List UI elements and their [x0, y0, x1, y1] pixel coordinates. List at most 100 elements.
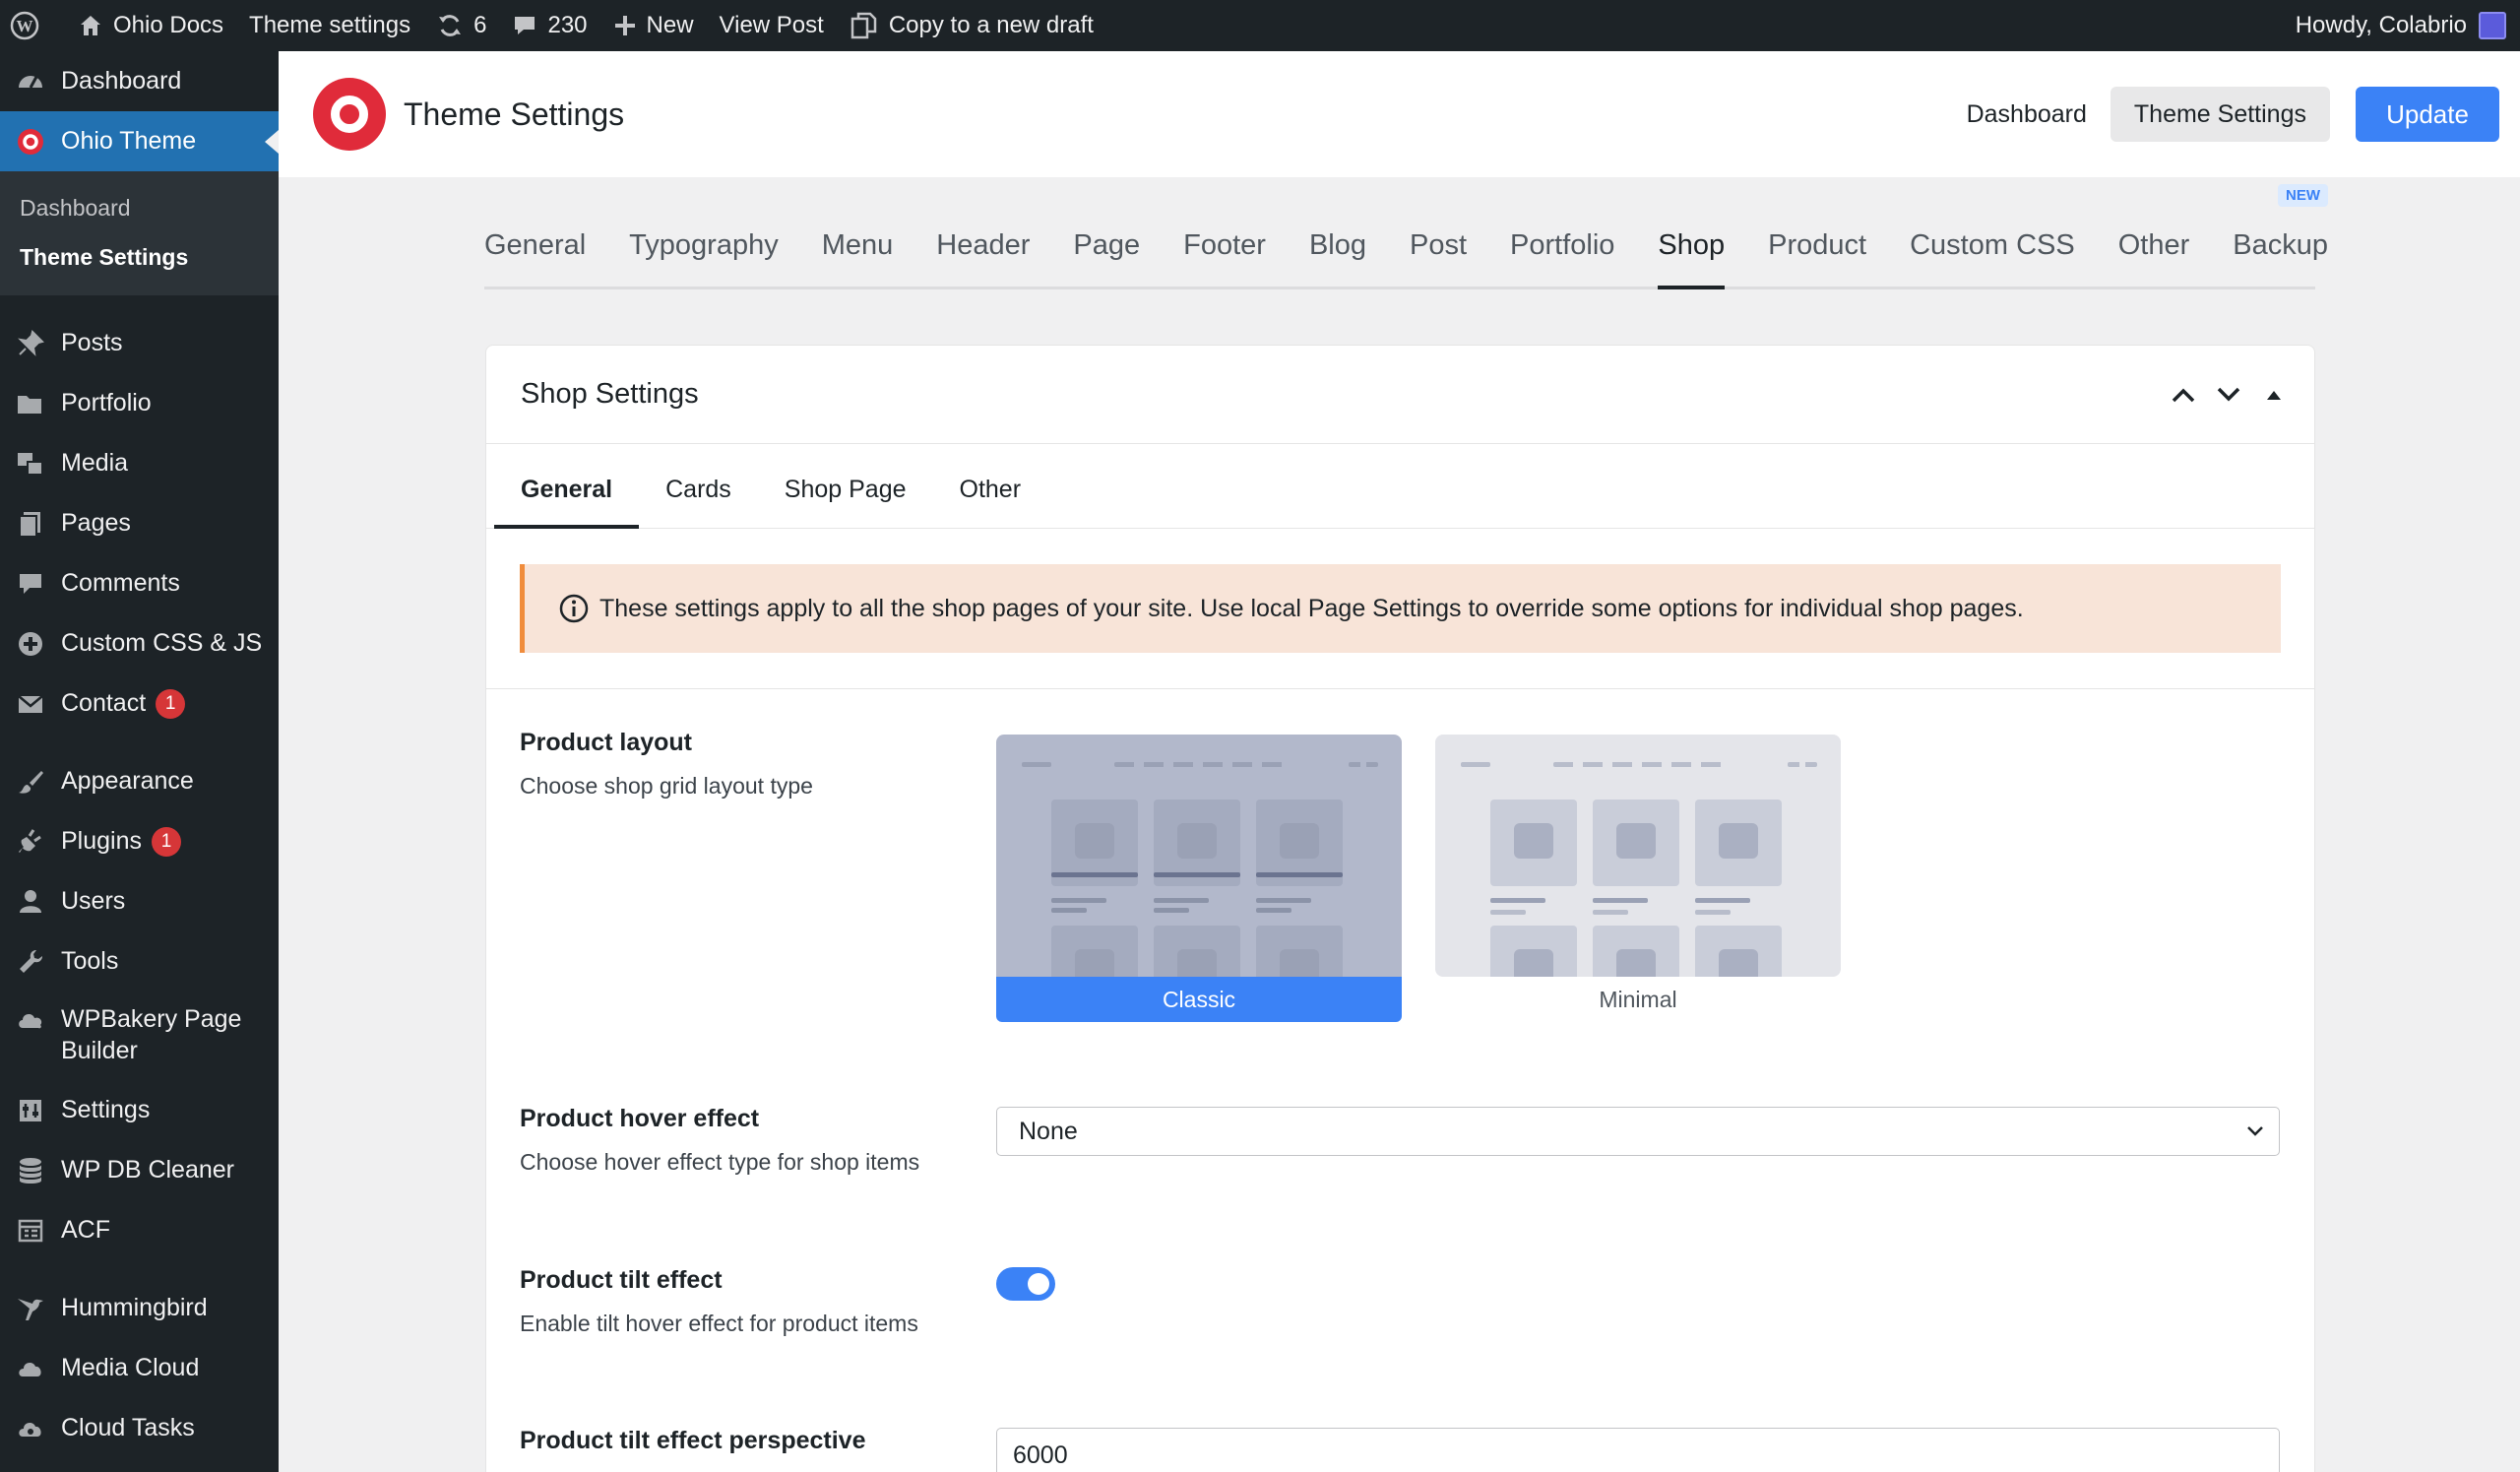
admin-sidebar: Dashboard Ohio Theme Dashboard Theme Set… [0, 51, 279, 1472]
copy-draft-link[interactable]: Copy to a new draft [837, 0, 1106, 51]
tab-header[interactable]: Header [936, 229, 1030, 287]
submenu-item-theme-settings[interactable]: Theme Settings [0, 232, 279, 282]
view-post-link[interactable]: View Post [707, 0, 837, 51]
tilt-effect-label: Product tilt effect [520, 1266, 723, 1294]
pages-icon [14, 507, 47, 541]
database-icon [14, 1154, 47, 1187]
wordpress-logo-icon[interactable]: W [0, 0, 65, 51]
copy-draft-label: Copy to a new draft [888, 12, 1094, 38]
sidebar-item-dashboard[interactable]: Dashboard [0, 51, 279, 111]
info-icon [559, 594, 589, 623]
sidebar-label: WP DB Cleaner [61, 1156, 234, 1184]
svg-text:W: W [17, 17, 33, 35]
ohio-logo [313, 78, 386, 151]
comments-count: 230 [547, 12, 588, 38]
tab-typography[interactable]: Typography [629, 229, 779, 287]
sidebar-item-portfolio[interactable]: Portfolio [0, 373, 279, 433]
comment-icon [515, 17, 536, 34]
plus-icon [614, 16, 635, 35]
subtab-cards[interactable]: Cards [639, 476, 758, 528]
cloud-icon [14, 1352, 47, 1385]
tab-general[interactable]: General [484, 229, 586, 287]
sidebar-item-ohio-theme[interactable]: Ohio Theme [0, 111, 279, 171]
theme-settings-label: Theme settings [249, 12, 411, 38]
new-label: New [646, 12, 694, 38]
sidebar-item-media-cloud[interactable]: Media Cloud [0, 1338, 279, 1398]
tab-menu[interactable]: Menu [822, 229, 894, 287]
tab-other[interactable]: Other [2118, 229, 2190, 287]
sidebar-item-wp-db-cleaner[interactable]: WP DB Cleaner [0, 1140, 279, 1200]
header-theme-settings-link[interactable]: Theme Settings [2110, 87, 2330, 142]
product-layout-desc: Choose shop grid layout type [520, 773, 813, 799]
sidebar-item-plugins[interactable]: Plugins 1 [0, 811, 279, 871]
sidebar-item-hummingbird[interactable]: Hummingbird [0, 1278, 279, 1338]
sidebar-label: Plugins [61, 827, 142, 855]
user-icon [14, 885, 47, 919]
updates-link[interactable]: 6 [423, 0, 499, 51]
sidebar-label: WPBakery Page Builder [61, 1003, 241, 1066]
tilt-perspective-input[interactable]: 6000 [996, 1428, 2280, 1472]
sidebar-item-tools[interactable]: Tools [0, 931, 279, 992]
sidebar-item-media[interactable]: Media [0, 433, 279, 493]
sidebar-item-contact[interactable]: Contact 1 [0, 673, 279, 734]
subtab-general[interactable]: General [494, 476, 640, 529]
tilt-effect-toggle[interactable] [996, 1267, 1055, 1301]
sidebar-label: Posts [61, 329, 123, 356]
sidebar-item-posts[interactable]: Posts [0, 313, 279, 373]
sidebar-label: Comments [61, 569, 180, 597]
mail-icon [14, 687, 47, 721]
tab-product[interactable]: Product [1768, 229, 1866, 287]
sidebar-item-appearance[interactable]: Appearance [0, 751, 279, 811]
update-button[interactable]: Update [2356, 87, 2499, 142]
account-menu[interactable]: Howdy, Colabrio [2283, 0, 2520, 51]
sidebar-item-acf[interactable]: ACF [0, 1200, 279, 1260]
theme-settings-link[interactable]: Theme settings [236, 0, 423, 51]
chevron-down-icon[interactable] [2206, 386, 2251, 404]
tab-shop[interactable]: Shop [1658, 229, 1725, 289]
sidebar-label: Portfolio [61, 389, 152, 416]
chevron-up-icon[interactable] [2161, 386, 2206, 404]
folder-icon [14, 387, 47, 420]
submenu-item-dashboard[interactable]: Dashboard [0, 183, 279, 232]
header-dashboard-link[interactable]: Dashboard [1943, 87, 2110, 142]
comments-link[interactable]: 230 [499, 0, 599, 51]
sidebar-item-pages[interactable]: Pages [0, 493, 279, 553]
site-name-link[interactable]: Ohio Docs [65, 0, 236, 51]
new-content-link[interactable]: New [600, 0, 707, 51]
sidebar-item-wpbakery[interactable]: WPBakery Page Builder [0, 992, 279, 1080]
tilt-perspective-row: Product tilt effect perspective [520, 1427, 865, 1455]
sidebar-label: Appearance [61, 767, 194, 795]
tab-portfolio[interactable]: Portfolio [1510, 229, 1614, 287]
sidebar-label: Dashboard [61, 67, 182, 95]
sidebar-label: Custom CSS & JS [61, 629, 263, 657]
sidebar-item-cloud-tasks[interactable]: Cloud Tasks [0, 1398, 279, 1458]
collapse-triangle-icon[interactable] [2251, 388, 2297, 402]
minimal-preview [1435, 735, 1841, 977]
notice-text: These settings apply to all the shop pag… [599, 594, 2024, 622]
hover-effect-value: None [1019, 1117, 1078, 1145]
admin-bar: W Ohio Docs Theme settings 6 230 New Vie… [0, 0, 2520, 51]
tab-page[interactable]: Page [1073, 229, 1140, 287]
tab-custom-css[interactable]: Custom CSS [1910, 229, 2075, 287]
tilt-effect-desc: Enable tilt hover effect for product ite… [520, 1311, 918, 1336]
updates-count: 6 [473, 12, 487, 38]
tab-backup-label: Backup [2233, 229, 2328, 261]
sidebar-item-comments[interactable]: Comments [0, 553, 279, 613]
product-layout-label: Product layout [520, 729, 693, 756]
tab-footer[interactable]: Footer [1183, 229, 1266, 287]
tab-backup[interactable]: Backup NEW [2233, 184, 2328, 287]
tab-blog[interactable]: Blog [1309, 229, 1366, 287]
subtab-other[interactable]: Other [933, 476, 1048, 528]
layout-option-classic[interactable]: Classic [996, 735, 1402, 1022]
sidebar-item-users[interactable]: Users [0, 871, 279, 931]
layout-option-minimal[interactable]: Minimal [1435, 735, 1841, 1022]
classic-preview [996, 735, 1402, 977]
hover-effect-select[interactable]: None [996, 1107, 2280, 1156]
sidebar-item-custom-css-js[interactable]: Custom CSS & JS [0, 613, 279, 673]
cloud-icon [14, 1003, 47, 1037]
settings-icon [14, 1094, 47, 1127]
plug-icon [14, 825, 47, 859]
subtab-shop-page[interactable]: Shop Page [758, 476, 933, 528]
tab-post[interactable]: Post [1410, 229, 1467, 287]
sidebar-item-settings[interactable]: Settings [0, 1080, 279, 1140]
